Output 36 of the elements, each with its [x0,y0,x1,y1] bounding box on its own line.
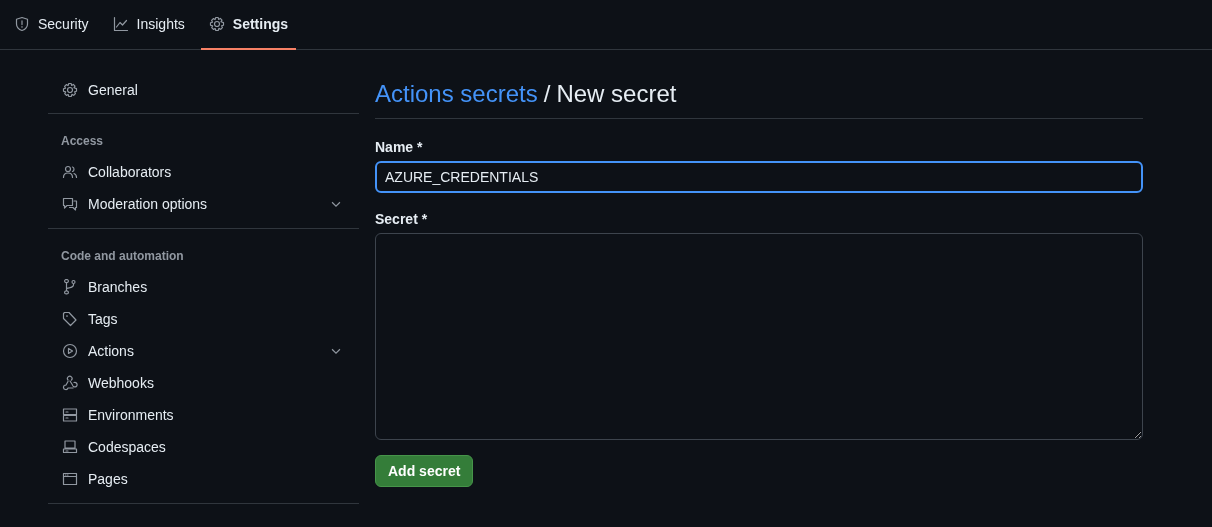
tag-icon [62,311,78,327]
sidebar-item[interactable]: Collaborators [48,156,359,188]
nav-tab[interactable]: Security [6,0,97,50]
nav-tab[interactable]: Insights [104,0,193,50]
webhook-icon [62,375,78,391]
nav-tab[interactable]: Settings [200,0,297,50]
add-secret-button[interactable]: Add secret [375,455,474,487]
browser-icon [62,471,78,487]
sidebar-item[interactable]: Webhooks [48,367,359,399]
page-title: New secret [556,80,677,108]
settings-icon [62,82,78,98]
field-label: Name * [375,139,424,155]
breadcrumb-link[interactable]: Actions secrets [375,80,538,108]
sidebar-item[interactable]: Moderation options [48,188,359,220]
breadcrumb-separator: / [543,80,551,108]
shield-icon [14,16,30,32]
sidebar-item[interactable]: Environments [48,399,359,431]
sidebar-item[interactable]: Codespaces [48,431,359,463]
branch-icon [62,279,78,295]
graph-icon [112,16,129,32]
comment-icon [62,196,78,212]
input-field[interactable]: AZURE_CREDENTIALS [375,161,1143,193]
laptop-icon [62,439,78,455]
server-icon [62,407,78,423]
secret-textarea[interactable] [375,233,1143,440]
sidebar-item[interactable]: Pages [48,463,359,495]
people-icon [62,164,78,180]
section-heading: Code and automation [60,248,185,265]
section-heading: Access [60,133,105,150]
sidebar-item[interactable]: Tags [48,303,359,335]
sidebar-item[interactable]: Branches [48,271,359,303]
sidebar-item[interactable]: Actions [48,335,359,367]
sidebar-item[interactable]: General [48,74,359,106]
field-label: Secret * [375,211,429,227]
play-icon [62,343,78,359]
settings-icon [208,16,225,32]
